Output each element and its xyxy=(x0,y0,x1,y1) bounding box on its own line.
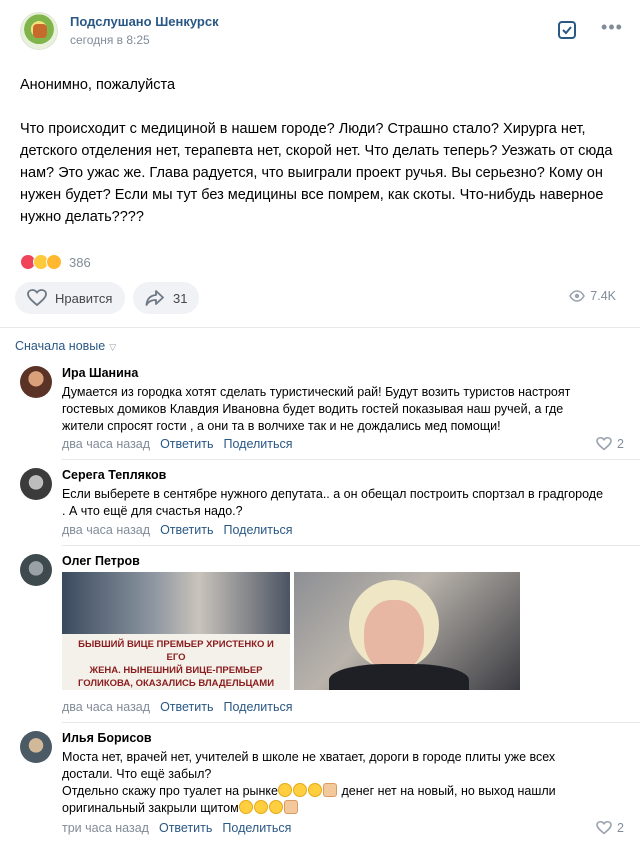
comment-text: Если выберете в сентябре нужного депутат… xyxy=(62,487,604,518)
heart-icon xyxy=(596,821,612,835)
share-link[interactable]: Поделиться xyxy=(224,523,293,537)
reactions-summary[interactable]: 386 xyxy=(20,253,91,271)
comment-time[interactable]: два часа назад xyxy=(62,523,150,537)
comment-time[interactable]: два часа назад xyxy=(62,700,150,714)
group-avatar[interactable] xyxy=(20,12,58,50)
reply-link[interactable]: Ответить xyxy=(160,523,213,537)
grin-emoji-icon xyxy=(293,783,307,797)
comment-image-1[interactable]: БЫВШИЙ ВИЦЕ ПРЕМЬЕР ХРИСТЕНКО И ЕГО ЖЕНА… xyxy=(62,572,290,690)
like-button[interactable]: Нравится xyxy=(15,282,125,314)
avatar[interactable] xyxy=(20,731,52,763)
views-count: 7.4K xyxy=(590,289,616,303)
sort-label: Сначала новые xyxy=(15,339,106,353)
grin-emoji-icon xyxy=(308,783,322,797)
heart-icon xyxy=(596,437,612,451)
comment-time[interactable]: два часа назад xyxy=(62,437,150,451)
comment: Серега Тепляков Если выберете в сентябре… xyxy=(20,468,624,540)
comment-meta: два часа назад Ответить Поделиться xyxy=(62,523,293,537)
post-time[interactable]: сегодня в 8:25 xyxy=(70,33,150,47)
laugh-reaction-icon xyxy=(46,254,62,270)
reply-link[interactable]: Ответить xyxy=(159,821,212,835)
comment-author[interactable]: Ира Шанина xyxy=(62,366,138,380)
comment-text: Моста нет, врачей нет, учителей в школе … xyxy=(62,750,556,815)
comment-time[interactable]: три часа назад xyxy=(62,821,149,835)
reply-link[interactable]: Ответить xyxy=(160,700,213,714)
share-button[interactable]: 31 xyxy=(133,282,199,314)
comment-author[interactable]: Олег Петров xyxy=(62,554,140,568)
comment-meta: три часа назад Ответить Поделиться xyxy=(62,821,291,835)
thumbs-up-icon xyxy=(283,800,298,814)
chevron-down-icon: ▽ xyxy=(109,342,117,352)
share-link[interactable]: Поделиться xyxy=(224,700,293,714)
post-text: Анонимно, пожалуйста Что происходит с ме… xyxy=(20,77,613,225)
reaction-count: 386 xyxy=(69,254,91,270)
post-header: Подслушано Шенкурск сегодня в 8:25 ••• xyxy=(20,12,624,52)
group-name[interactable]: Подслушано Шенкурск xyxy=(70,14,219,29)
comment-meta: два часа назад Ответить Поделиться xyxy=(62,437,293,451)
share-link[interactable]: Поделиться xyxy=(222,821,291,835)
heart-icon xyxy=(27,289,47,307)
comment-divider xyxy=(62,459,640,460)
comment-like-count: 2 xyxy=(617,821,624,835)
image-caption: БЫВШИЙ ВИЦЕ ПРЕМЬЕР ХРИСТЕНКО И ЕГО ЖЕНА… xyxy=(62,634,290,690)
comment-author[interactable]: Илья Борисов xyxy=(62,731,152,745)
grin-emoji-icon xyxy=(268,800,283,814)
eye-icon xyxy=(569,290,586,302)
grin-emoji-icon xyxy=(238,800,253,814)
avatar[interactable] xyxy=(20,468,52,500)
like-label: Нравится xyxy=(55,290,113,306)
views-counter: 7.4K xyxy=(569,289,616,303)
share-link[interactable]: Поделиться xyxy=(224,437,293,451)
comment: Илья Борисов Моста нет, врачей нет, учит… xyxy=(20,731,624,839)
share-icon xyxy=(145,290,164,306)
reply-link[interactable]: Ответить xyxy=(160,437,213,451)
checkbox-icon[interactable] xyxy=(558,21,576,39)
comment: Ира Шанина Думается из городка хотят сде… xyxy=(20,366,624,456)
thumbs-up-icon xyxy=(323,783,337,797)
comment-divider xyxy=(62,545,640,546)
sort-dropdown[interactable]: Сначала новые ▽ xyxy=(15,339,116,353)
divider xyxy=(0,327,640,328)
grin-emoji-icon xyxy=(253,800,268,814)
avatar[interactable] xyxy=(20,554,52,586)
comment-like-count: 2 xyxy=(617,437,624,451)
comment-text: Думается из городка хотят сделать турист… xyxy=(62,385,571,433)
grin-emoji-icon xyxy=(278,783,292,797)
comment-meta: два часа назад Ответить Поделиться xyxy=(62,700,293,714)
share-count: 31 xyxy=(173,290,188,306)
avatar[interactable] xyxy=(20,366,52,398)
comment-like-button[interactable]: 2 xyxy=(596,437,624,451)
comment-like-button[interactable]: 2 xyxy=(596,821,624,835)
more-options-icon[interactable]: ••• xyxy=(600,18,624,40)
comment-image-2[interactable] xyxy=(294,572,520,690)
comment: Олег Петров БЫВШИЙ ВИЦЕ ПРЕМЬЕР ХРИСТЕНК… xyxy=(20,554,624,719)
comment-divider xyxy=(62,722,640,723)
comment-author[interactable]: Серега Тепляков xyxy=(62,468,166,482)
